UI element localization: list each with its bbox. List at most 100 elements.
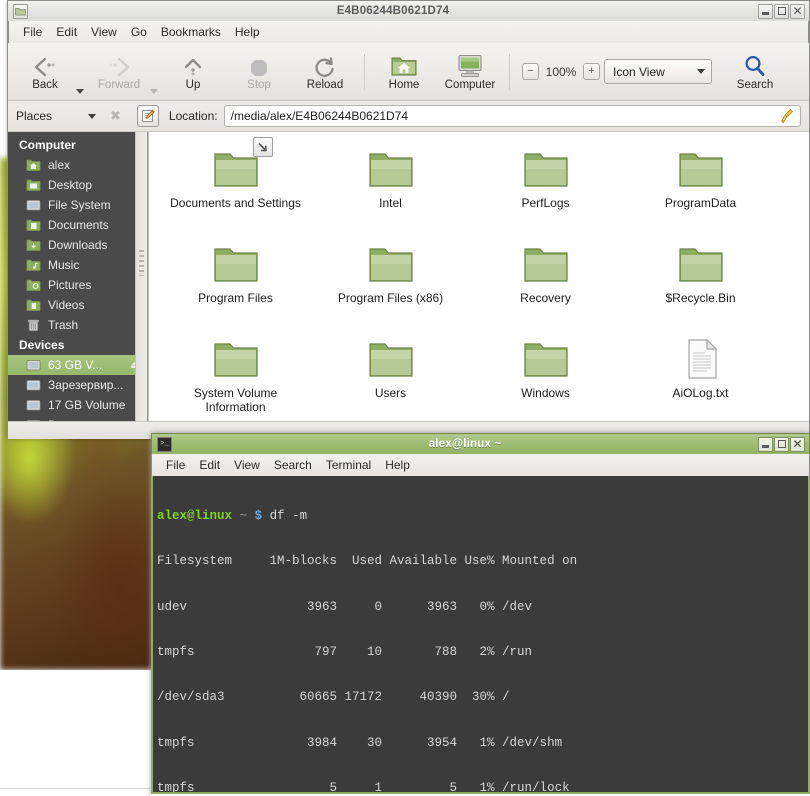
file-item-intel[interactable]: Intel	[313, 140, 468, 235]
menu-edit[interactable]: Edit	[49, 24, 84, 40]
file-name: $Recycle.Bin	[665, 291, 736, 305]
stop-button[interactable]: Stop	[226, 50, 292, 94]
terminal-command: df -m	[269, 509, 308, 524]
file-item-recycle-bin[interactable]: $Recycle.Bin	[623, 235, 778, 330]
minimize-button[interactable]	[758, 3, 773, 19]
location-value: /media/alex/E4B06244B0621D74	[230, 109, 409, 123]
file-manager-window-controls: ✕	[758, 3, 805, 19]
menu-go[interactable]: Go	[124, 24, 154, 40]
folder-icon	[521, 336, 571, 382]
folder-icon	[676, 146, 726, 192]
file-icon-view[interactable]: Documents and Settings Intel PerfLogs Pr…	[148, 132, 809, 421]
reload-icon	[313, 52, 337, 78]
menu-file[interactable]: File	[159, 457, 192, 473]
zoom-in-button[interactable]: +	[583, 63, 600, 80]
file-item-system-volume-information[interactable]: System Volume Information	[158, 330, 313, 421]
sidebar-scrollbar[interactable]	[135, 132, 147, 421]
places-dropdown-icon[interactable]	[88, 113, 96, 119]
sidebar-item-label: Pictures	[48, 278, 92, 292]
maximize-button[interactable]	[774, 3, 789, 19]
up-button[interactable]: Up	[160, 50, 226, 94]
folder-icon	[521, 241, 571, 287]
home-button[interactable]: Home	[371, 50, 437, 94]
up-arrow-icon	[181, 52, 205, 78]
close-places-icon[interactable]: ✖	[110, 108, 121, 124]
file-manager-menubar: File Edit View Go Bookmarks Help	[8, 21, 809, 43]
sidebar-item-reserved-volume[interactable]: Зарезервир...	[8, 375, 147, 395]
sidebar-item-17gb-volume[interactable]: 17 GB Volume	[8, 395, 147, 415]
sidebar-item-trash[interactable]: Trash	[8, 315, 147, 335]
file-item-perflogs[interactable]: PerfLogs	[468, 140, 623, 235]
close-button[interactable]: ✕	[790, 436, 805, 452]
file-name: Documents and Settings	[170, 196, 301, 210]
menu-view[interactable]: View	[84, 24, 124, 40]
file-name: PerfLogs	[521, 196, 570, 210]
menu-help[interactable]: Help	[228, 24, 267, 40]
sidebar-item-pictures[interactable]: Pictures	[8, 275, 147, 295]
terminal-output-row: tmpfs 5 1 5 1% /run/lock	[157, 780, 570, 794]
forward-button[interactable]: Forward	[86, 50, 152, 94]
zoom-controls: − 100% +	[522, 63, 600, 80]
file-item-program-files[interactable]: Program Files	[158, 235, 313, 330]
menu-view[interactable]: View	[227, 457, 267, 473]
sidebar-item-downloads[interactable]: Downloads	[8, 235, 147, 255]
file-name: Program Files (x86)	[337, 291, 444, 305]
sidebar-item-label: Videos	[48, 298, 85, 312]
videos-folder-icon	[26, 298, 41, 312]
maximize-button[interactable]	[774, 436, 789, 452]
back-dropdown-icon[interactable]	[76, 89, 84, 94]
terminal-output-row: tmpfs 3984 30 3954 1% /dev/shm	[157, 735, 563, 750]
sidebar-item-alex[interactable]: alex	[8, 155, 147, 175]
sidebar-item-label: Desktop	[48, 178, 93, 192]
sidebar-item-label: 63 GB V...	[48, 358, 103, 372]
sidebar-item-label: alex	[48, 158, 71, 172]
reload-button[interactable]: Reload	[292, 50, 358, 94]
sidebar-item-file-system[interactable]: File System	[8, 195, 147, 215]
terminal-menubar: File Edit View Search Terminal Help	[151, 454, 810, 476]
sidebar-item-documents[interactable]: Documents	[8, 215, 147, 235]
menu-search[interactable]: Search	[267, 457, 319, 473]
search-button[interactable]: Search	[722, 50, 788, 94]
menu-help[interactable]: Help	[378, 457, 417, 473]
sidebar-item-63gb-volume[interactable]: 63 GB V... ⏏	[8, 355, 147, 375]
music-folder-icon	[26, 258, 41, 272]
terminal-screen[interactable]: alex@linux ~ $ df -m Filesystem 1M-block…	[151, 476, 810, 794]
view-mode-dropdown[interactable]: Icon View	[604, 59, 712, 84]
file-item-aiolog-txt[interactable]: AiOLog.txt	[623, 330, 778, 421]
terminal-titlebar[interactable]: >_ alex@linux ~ ✕	[151, 433, 810, 454]
computer-button[interactable]: Computer	[437, 50, 503, 94]
menu-edit[interactable]: Edit	[192, 457, 227, 473]
drive-icon	[26, 398, 41, 412]
menu-bookmarks[interactable]: Bookmarks	[154, 24, 228, 40]
folder-icon	[211, 137, 273, 192]
sidebar-item-videos[interactable]: Videos	[8, 295, 147, 315]
scrollbar-grip[interactable]	[139, 250, 144, 276]
edit-location-icon[interactable]	[136, 105, 159, 127]
sidebar-item-d[interactable]: D	[8, 415, 147, 421]
computer-icon	[455, 52, 485, 78]
location-input[interactable]: /media/alex/E4B06244B0621D74	[223, 105, 801, 128]
back-button[interactable]: Back	[12, 50, 78, 94]
folder-icon	[366, 336, 416, 382]
file-manager-titlebar[interactable]: E4B06244B0621D74 ✕	[7, 0, 810, 21]
menu-terminal[interactable]: Terminal	[319, 457, 378, 473]
text-file-icon	[676, 336, 726, 382]
close-button[interactable]: ✕	[790, 3, 805, 19]
file-item-documents-and-settings[interactable]: Documents and Settings	[158, 137, 313, 235]
file-item-recovery[interactable]: Recovery	[468, 235, 623, 330]
sidebar-item-music[interactable]: Music	[8, 255, 147, 275]
file-item-programdata[interactable]: ProgramData	[623, 140, 778, 235]
trash-icon	[26, 318, 41, 332]
zoom-out-button[interactable]: −	[522, 63, 539, 80]
forward-dropdown-icon[interactable]	[150, 89, 158, 94]
sidebar-item-label: 17 GB Volume	[48, 398, 126, 412]
broom-icon[interactable]	[780, 108, 795, 128]
menu-file[interactable]: File	[16, 24, 49, 40]
file-item-windows[interactable]: Windows	[468, 330, 623, 421]
minimize-button[interactable]	[758, 436, 773, 452]
sidebar-item-desktop[interactable]: Desktop	[8, 175, 147, 195]
back-label: Back	[32, 78, 58, 91]
folder-icon	[13, 3, 28, 19]
file-item-program-files-x86[interactable]: Program Files (x86)	[313, 235, 468, 330]
file-item-users[interactable]: Users	[313, 330, 468, 421]
